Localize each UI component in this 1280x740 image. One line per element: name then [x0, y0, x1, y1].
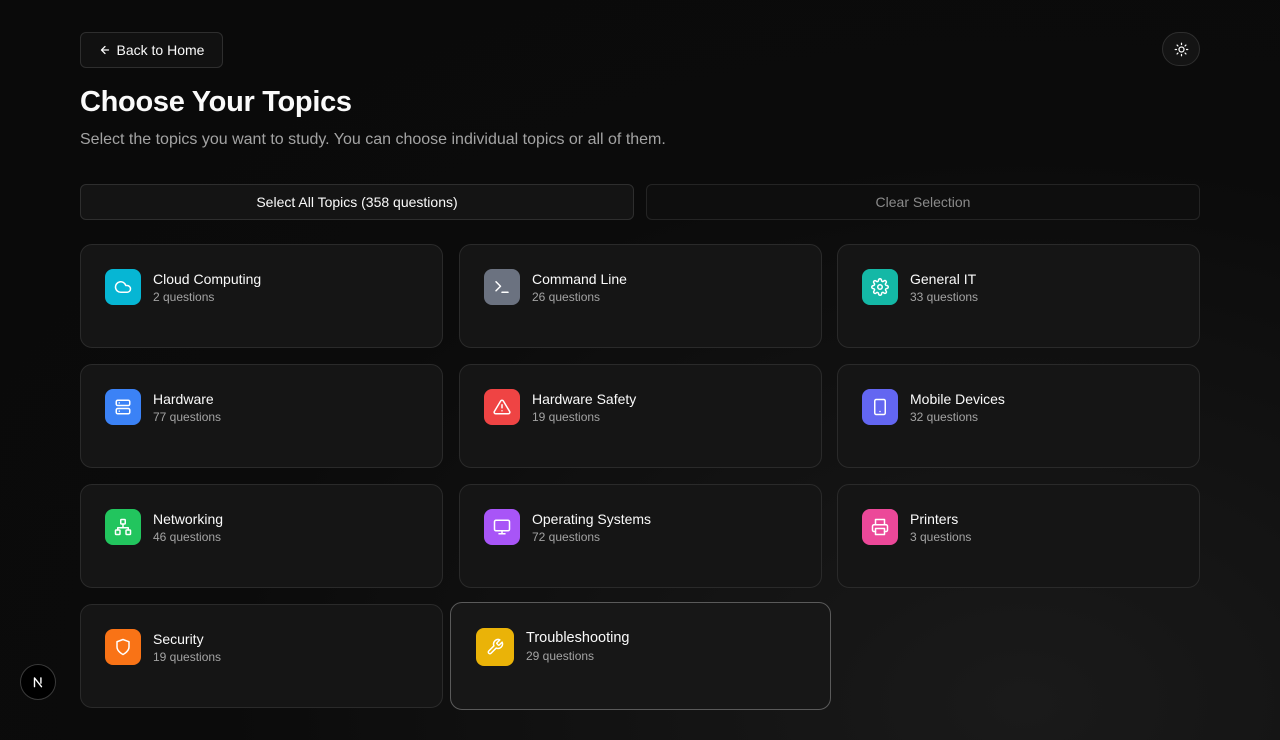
sun-icon: [1174, 42, 1188, 56]
topic-icon-box: [105, 269, 141, 305]
page-subtitle: Select the topics you want to study. You…: [80, 131, 666, 148]
topic-count: 77 questions: [153, 410, 222, 424]
page-title: Choose Your Topics: [80, 86, 352, 118]
next-logo-icon: [33, 677, 43, 688]
topic-count: 32 questions: [910, 410, 979, 424]
terminal-icon: [495, 281, 509, 293]
tablet-icon: [874, 398, 886, 416]
topic-title: Hardware Safety: [532, 391, 637, 407]
topic-icon-box: [862, 509, 898, 545]
topic-title: Mobile Devices: [910, 391, 1005, 407]
topic-title: Troubleshooting: [526, 630, 630, 646]
server-icon: [115, 399, 131, 415]
topic-count: 29 questions: [526, 649, 595, 663]
topic-title: Security: [153, 631, 204, 647]
topic-count: 33 questions: [910, 290, 979, 304]
cloud-icon: [114, 281, 132, 293]
topic-card-operating-systems[interactable]: Operating Systems 72 questions: [459, 484, 822, 588]
select-all-topics-button[interactable]: Select All Topics (358 questions): [80, 184, 634, 220]
arrow-left-icon: [100, 45, 109, 55]
warning-icon: [493, 399, 511, 415]
topic-icon-box: [484, 509, 520, 545]
topic-icon-box: [484, 269, 520, 305]
topic-count: 19 questions: [153, 650, 222, 664]
topic-card-hardware-safety[interactable]: Hardware Safety 19 questions: [459, 364, 822, 468]
topic-icon-box: [105, 389, 141, 425]
topic-title: Printers: [910, 511, 959, 527]
topic-card-cloud-computing[interactable]: Cloud Computing 2 questions: [80, 244, 443, 348]
topic-title: Networking: [153, 511, 224, 527]
topic-card-mobile-devices[interactable]: Mobile Devices 32 questions: [837, 364, 1200, 468]
topic-count: 26 questions: [532, 290, 601, 304]
topic-title: Cloud Computing: [153, 271, 262, 287]
gear-icon: [871, 278, 889, 296]
network-icon: [114, 518, 132, 536]
topic-card-command-line[interactable]: Command Line 26 questions: [459, 244, 822, 348]
topic-count: 2 questions: [153, 290, 215, 304]
topic-count: 72 questions: [532, 530, 601, 544]
topic-icon-box: [476, 628, 514, 666]
theme-toggle-button[interactable]: [1162, 32, 1200, 66]
wrench-icon: [487, 638, 504, 655]
shield-icon: [116, 638, 130, 656]
back-to-home-button[interactable]: Back to Home: [80, 32, 223, 68]
topic-icon-box: [862, 389, 898, 425]
topic-title: General IT: [910, 271, 977, 287]
topic-title: Operating Systems: [532, 511, 652, 527]
printer-icon: [871, 518, 889, 536]
monitor-icon: [493, 519, 511, 535]
topic-count: 19 questions: [532, 410, 601, 424]
topic-card-hardware[interactable]: Hardware 77 questions: [80, 364, 443, 468]
topic-icon-box: [105, 509, 141, 545]
topic-count: 46 questions: [153, 530, 222, 544]
next-dev-tools-button[interactable]: [20, 664, 56, 700]
topic-card-general-it[interactable]: General IT 33 questions: [837, 244, 1200, 348]
topic-card-security[interactable]: Security 19 questions: [80, 604, 443, 708]
topic-icon-box: [105, 629, 141, 665]
topic-count: 3 questions: [910, 530, 972, 544]
topic-card-printers[interactable]: Printers 3 questions: [837, 484, 1200, 588]
clear-selection-button[interactable]: Clear Selection: [646, 184, 1200, 220]
topic-card-networking[interactable]: Networking 46 questions: [80, 484, 443, 588]
topic-title: Hardware: [153, 391, 214, 407]
topic-title: Command Line: [532, 271, 627, 287]
topic-icon-box: [862, 269, 898, 305]
back-to-home-label: Back to Home: [116, 42, 205, 58]
topic-card-troubleshooting[interactable]: Troubleshooting 29 questions: [450, 602, 831, 710]
topic-icon-box: [484, 389, 520, 425]
